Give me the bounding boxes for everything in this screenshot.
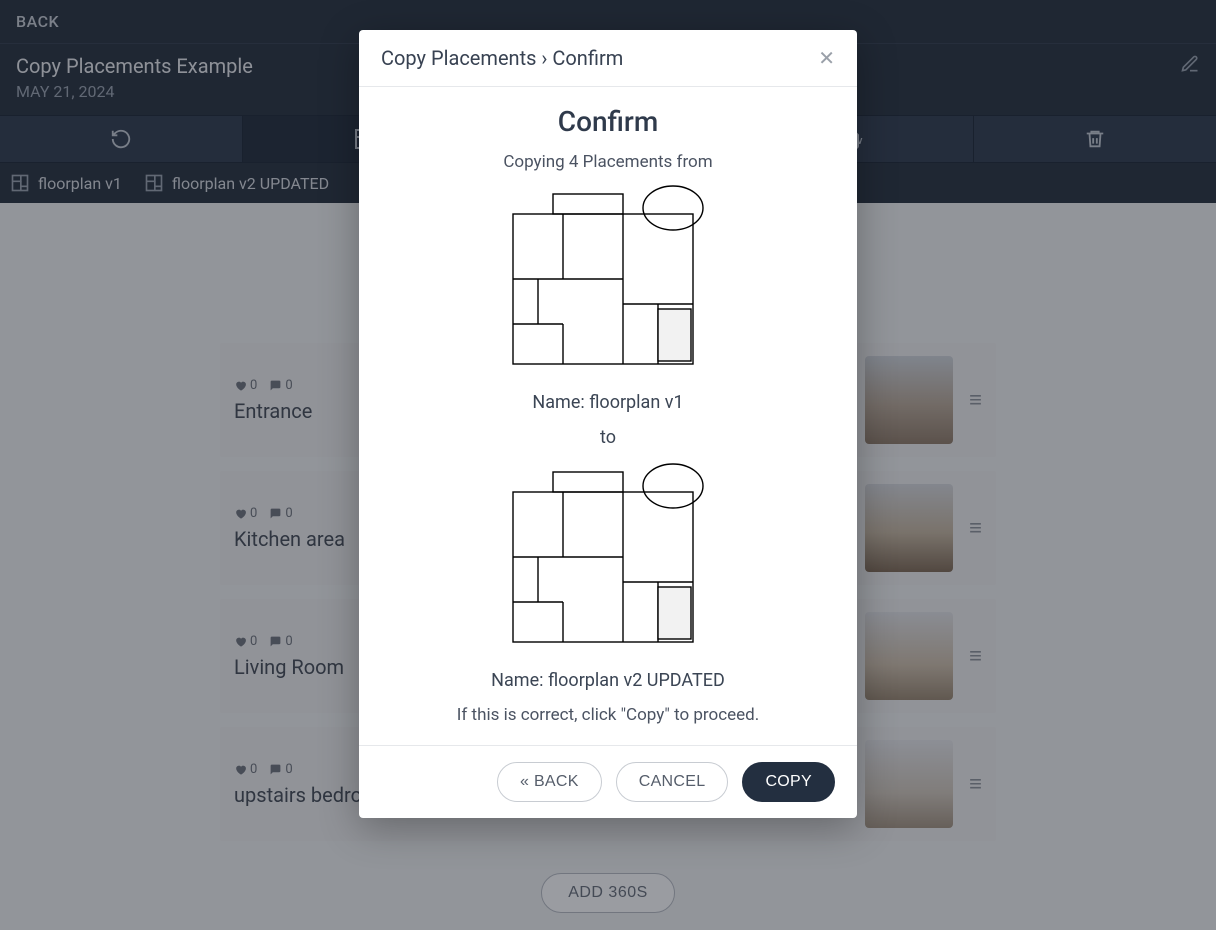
close-icon[interactable]: ✕ <box>818 46 835 70</box>
to-label: to <box>387 427 829 448</box>
back-button[interactable]: « BACK <box>497 762 602 802</box>
modal-overlay: Copy Placements › Confirm ✕ Confirm Copy… <box>0 0 1216 930</box>
confirm-modal: Copy Placements › Confirm ✕ Confirm Copy… <box>359 30 857 818</box>
modal-breadcrumb: Copy Placements › Confirm <box>381 46 623 70</box>
source-name: Name: floorplan v1 <box>387 392 829 413</box>
cancel-button[interactable]: CANCEL <box>616 762 729 802</box>
copy-button[interactable]: COPY <box>742 762 835 802</box>
target-floorplan-thumb <box>503 462 713 662</box>
target-name: Name: floorplan v2 UPDATED <box>387 670 829 691</box>
source-floorplan-thumb <box>503 184 713 384</box>
modal-instruction: If this is correct, click "Copy" to proc… <box>387 705 829 725</box>
modal-heading: Confirm <box>387 105 829 138</box>
modal-copying-line: Copying 4 Placements from <box>387 152 829 172</box>
